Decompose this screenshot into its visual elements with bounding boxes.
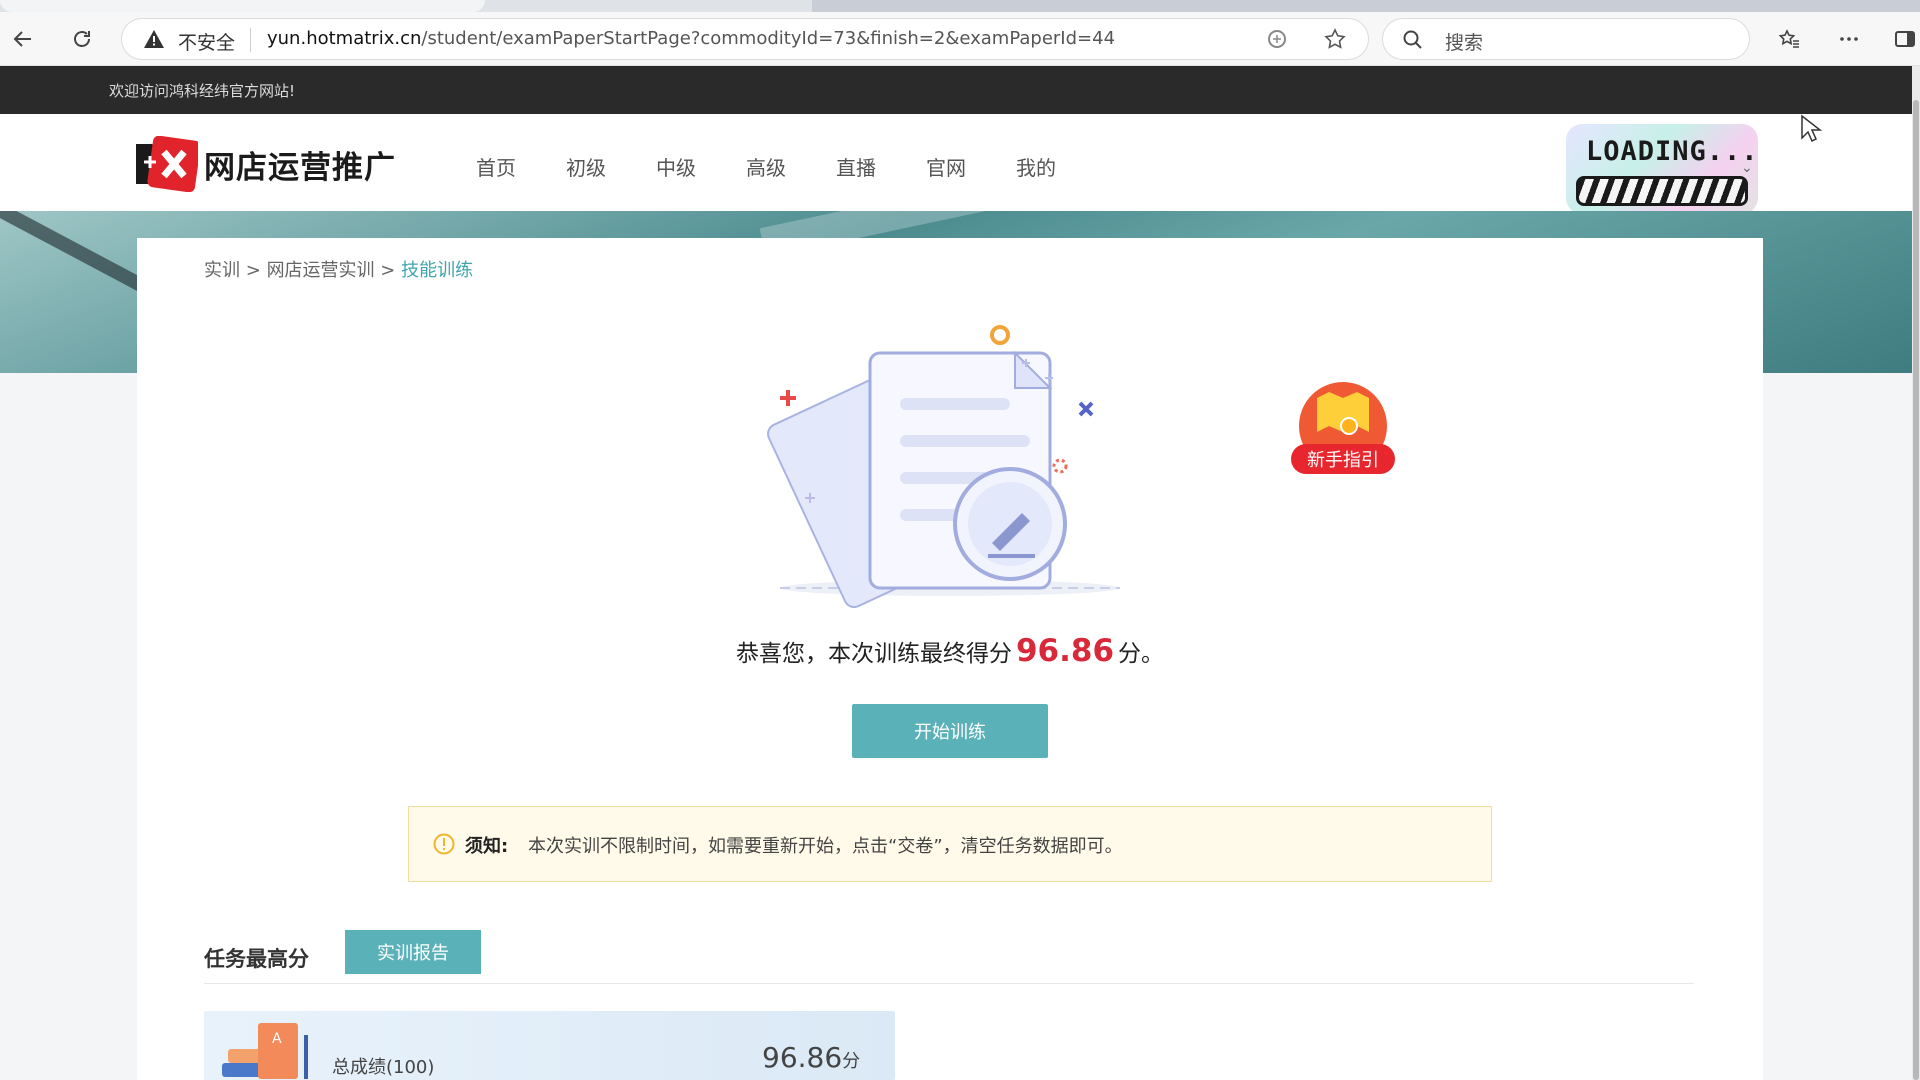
browser-tab-inactive[interactable] bbox=[812, 0, 1920, 12]
address-separator bbox=[250, 28, 251, 52]
url-path: /student/examPaperStartPage?commodityId=… bbox=[421, 28, 1116, 49]
notice-box: 须知: 本次实训不限制时间，如需要重新开始，点击“交卷”，清空任务数据即可。 bbox=[408, 806, 1492, 882]
books-icon: A bbox=[222, 1023, 308, 1079]
total-score-unit: 分 bbox=[842, 1051, 861, 1072]
exam-paper-illustration-icon bbox=[767, 325, 1120, 609]
breadcrumb-item-training[interactable]: 实训 bbox=[204, 260, 240, 281]
nav-item-home[interactable]: 首页 bbox=[476, 152, 516, 181]
nav-item-advanced[interactable]: 高级 bbox=[746, 152, 786, 181]
main-nav: 首页 初级 中级 高级 直播 官网 我的 bbox=[476, 152, 1106, 181]
scrollbar-thumb[interactable] bbox=[1913, 100, 1919, 1080]
url-host: yun.hotmatrix.cn bbox=[267, 28, 422, 49]
nav-item-beginner[interactable]: 初级 bbox=[566, 152, 606, 181]
main-card: 实训 > 网店运营实训 > 技能训练 新手指引 恭喜您，本次训练最终得分 96.… bbox=[137, 238, 1763, 1080]
read-aloud-icon[interactable] bbox=[1264, 27, 1290, 53]
breadcrumb-separator: > bbox=[380, 260, 396, 281]
nav-item-mine[interactable]: 我的 bbox=[1016, 152, 1056, 181]
logo-mark-icon bbox=[136, 136, 198, 192]
nav-item-live[interactable]: 直播 bbox=[836, 152, 876, 181]
breadcrumb-separator: > bbox=[245, 260, 261, 281]
browser-tab-strip bbox=[0, 0, 1920, 12]
nav-item-intermediate[interactable]: 中级 bbox=[656, 152, 696, 181]
welcome-text: 欢迎访问鸿科经纬官方网站! bbox=[109, 82, 296, 100]
user-avatar-loading[interactable]: LOADING... ⌄ bbox=[1566, 124, 1758, 214]
total-score-card: A 总成绩(100) 96.86分 bbox=[204, 1011, 895, 1080]
total-score-number: 96.86 bbox=[762, 1041, 843, 1074]
task-section-title: 任务最高分 bbox=[204, 947, 309, 971]
back-icon[interactable] bbox=[6, 22, 40, 56]
total-score-value: 96.86分 bbox=[762, 1041, 860, 1074]
security-label[interactable]: 不安全 bbox=[178, 28, 235, 55]
reload-icon[interactable] bbox=[65, 22, 99, 56]
page-scrollbar[interactable] bbox=[1912, 66, 1920, 1080]
breadcrumb: 实训 > 网店运营实训 > 技能训练 bbox=[204, 256, 473, 282]
more-icon[interactable] bbox=[1832, 22, 1866, 56]
url-text[interactable]: yun.hotmatrix.cn/student/examPaperStartP… bbox=[267, 28, 1115, 49]
welcome-strip: 欢迎访问鸿科经纬官方网站! bbox=[0, 66, 1912, 114]
result-prefix: 恭喜您，本次训练最终得分 bbox=[735, 641, 1012, 667]
svg-text:A: A bbox=[272, 1031, 282, 1047]
browser-tab-active[interactable] bbox=[0, 0, 485, 12]
info-icon bbox=[433, 833, 455, 855]
favorite-star-icon[interactable] bbox=[1322, 27, 1348, 53]
address-bar[interactable]: 不安全 yun.hotmatrix.cn/student/examPaperSt… bbox=[121, 18, 1369, 60]
browser-toolbar: 不安全 yun.hotmatrix.cn/student/examPaperSt… bbox=[0, 12, 1920, 66]
loading-bar bbox=[1576, 176, 1748, 206]
chevron-down-icon[interactable]: ⌄ bbox=[1741, 160, 1753, 176]
guide-label[interactable]: 新手指引 bbox=[1307, 450, 1379, 471]
search-placeholder: 搜索 bbox=[1445, 32, 1484, 54]
result-suffix: 分。 bbox=[1118, 641, 1165, 667]
total-score-label: 总成绩(100) bbox=[332, 1057, 435, 1078]
section-divider bbox=[204, 983, 1694, 984]
favorites-list-icon[interactable] bbox=[1772, 22, 1806, 56]
site-logo[interactable]: 网店运营推广 bbox=[136, 136, 396, 192]
breadcrumb-item-shop-training[interactable]: 网店运营实训 bbox=[267, 260, 375, 281]
beginner-guide-badge-icon[interactable]: 新手指引 bbox=[1287, 378, 1399, 488]
warning-icon[interactable] bbox=[142, 27, 166, 51]
mouse-cursor-icon bbox=[1801, 114, 1822, 143]
notice-text: 本次实训不限制时间，如需要重新开始，点击“交卷”，清空任务数据即可。 bbox=[528, 836, 1123, 857]
training-report-button[interactable]: 实训报告 bbox=[345, 930, 481, 974]
breadcrumb-current: 技能训练 bbox=[401, 260, 474, 281]
start-training-button[interactable]: 开始训练 bbox=[852, 704, 1048, 758]
nav-item-official-site[interactable]: 官网 bbox=[926, 152, 966, 181]
final-score: 96.86 bbox=[1015, 633, 1115, 669]
site-header: 网店运营推广 首页 初级 中级 高级 直播 官网 我的 LOADING... ⌄ bbox=[0, 114, 1912, 214]
logo-text: 网店运营推广 bbox=[204, 149, 396, 186]
result-message: 恭喜您，本次训练最终得分 96.86 分。 bbox=[137, 633, 1763, 669]
browser-search-box[interactable]: 搜索 bbox=[1382, 18, 1750, 60]
sidebar-icon[interactable] bbox=[1888, 22, 1920, 56]
search-icon bbox=[1403, 30, 1422, 49]
loading-text: LOADING... bbox=[1586, 136, 1759, 167]
notice-label: 须知: bbox=[465, 836, 509, 857]
